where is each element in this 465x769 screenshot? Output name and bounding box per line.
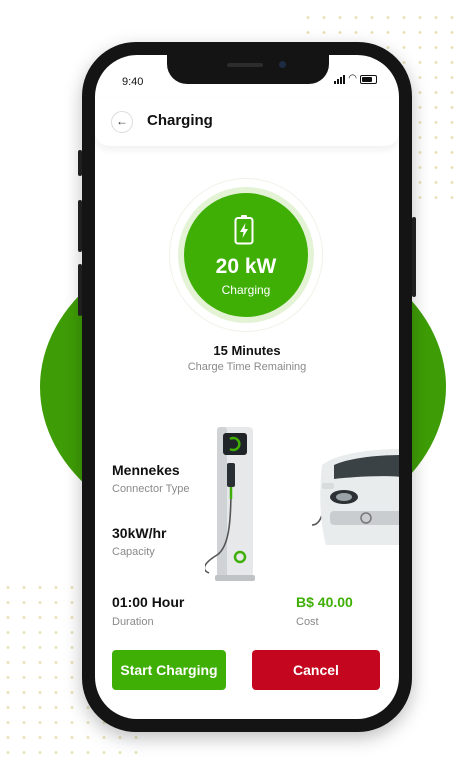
gauge-ring: 20 kW Charging <box>178 187 314 323</box>
notch <box>167 55 329 84</box>
phone-screen: 9:40 ◠ ← Charging 20 kW Charging 15 Minu… <box>95 55 399 719</box>
charge-time-label: Charge Time Remaining <box>187 361 307 373</box>
speaker <box>227 63 263 67</box>
arrow-left-icon: ← <box>116 114 128 128</box>
gauge-core: 20 kW Charging <box>184 193 308 317</box>
power-value: 20 kW <box>215 255 277 278</box>
wifi-icon: ◠ <box>348 73 357 84</box>
capacity-value: 30kW/hr <box>112 525 167 541</box>
app-header: ← Charging <box>95 98 399 146</box>
page-title: Charging <box>147 112 213 129</box>
volume-down-button <box>78 264 82 316</box>
battery-charging-icon <box>234 215 254 245</box>
charging-station-illustration <box>205 427 255 581</box>
back-button[interactable]: ← <box>111 111 133 133</box>
front-camera <box>279 61 286 68</box>
cost-value: B$ 40.00 <box>296 594 353 610</box>
battery-icon <box>360 74 377 84</box>
signal-icon <box>334 74 346 84</box>
status-icons: ◠ <box>334 74 377 84</box>
status-time: 9:40 <box>122 76 144 88</box>
mute-switch <box>78 150 82 176</box>
charging-state: Charging <box>221 283 271 297</box>
electric-car-illustration <box>312 449 399 545</box>
duration-label: Duration <box>112 616 154 628</box>
power-button <box>412 217 416 297</box>
start-charging-button[interactable]: Start Charging <box>112 650 226 690</box>
cancel-button[interactable]: Cancel <box>252 650 380 690</box>
connector-type-label: Connector Type <box>112 483 190 495</box>
charge-time-value: 15 Minutes <box>213 343 281 358</box>
capacity-label: Capacity <box>112 546 155 558</box>
cost-label: Cost <box>296 616 319 628</box>
volume-up-button <box>78 200 82 252</box>
connector-type-value: Mennekes <box>112 462 180 478</box>
phone-frame: 9:40 ◠ ← Charging 20 kW Charging 15 Minu… <box>78 42 416 732</box>
charging-gauge: 20 kW Charging <box>170 179 322 331</box>
duration-value: 01:00 Hour <box>112 594 185 610</box>
